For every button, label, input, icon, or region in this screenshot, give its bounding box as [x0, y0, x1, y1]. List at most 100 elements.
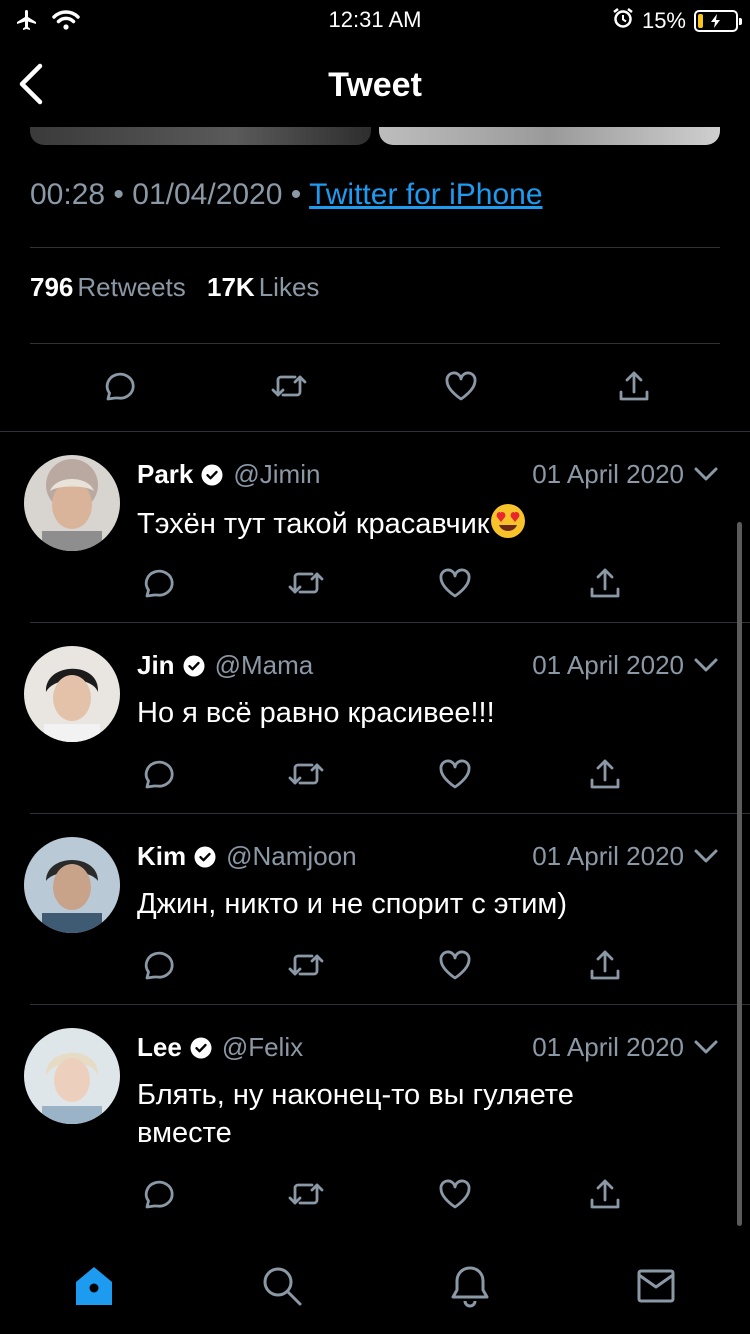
battery-percent: 15% [641, 8, 686, 33]
retweet-icon [288, 1183, 324, 1205]
reply-text-content: Тэхён тут такой красавчик [137, 508, 490, 540]
heart-icon [439, 568, 471, 598]
reply-item[interactable]: Park @Jimin 01 April 2020 Тэхён тут тако… [0, 455, 750, 615]
share-button[interactable] [616, 368, 652, 404]
author-name: Lee [137, 1032, 182, 1062]
separator: • [113, 178, 124, 211]
reply-date: 01 April 2020 [532, 841, 684, 871]
tweet-time: 00:28 [30, 178, 106, 211]
divider [0, 431, 750, 432]
reply-author: Jin @Mama [137, 650, 313, 681]
avatar[interactable] [24, 455, 120, 551]
retweets-count: 796 [30, 272, 74, 302]
author-name: Park [137, 459, 194, 489]
share-icon [590, 1179, 620, 1209]
heart-eyes-emoji-icon [490, 504, 525, 538]
share-button[interactable] [587, 565, 623, 601]
retweets-stat[interactable]: 796 Retweets [30, 272, 186, 302]
tab-search[interactable] [260, 1264, 304, 1308]
chevron-down-icon[interactable] [692, 842, 720, 870]
retweet-button[interactable] [287, 1176, 325, 1212]
verified-badge-icon [183, 655, 205, 676]
retweet-icon [288, 572, 324, 594]
reply-item[interactable]: Lee @Felix 01 April 2020 Блять, ну након… [0, 1028, 750, 1228]
retweet-button[interactable] [287, 565, 325, 601]
verified-badge-icon [190, 1037, 212, 1058]
tab-messages[interactable] [636, 1266, 676, 1306]
author-handle: @Jimin [233, 459, 321, 489]
retweet-icon [271, 375, 307, 397]
like-button[interactable] [437, 1176, 473, 1212]
share-button[interactable] [587, 947, 623, 983]
like-button[interactable] [437, 565, 473, 601]
reply-author: Lee @Felix [137, 1032, 303, 1063]
likes-stat[interactable]: 17K Likes [207, 272, 319, 302]
share-button[interactable] [587, 1176, 623, 1212]
tweet-image-2[interactable] [379, 127, 720, 145]
avatar[interactable] [24, 646, 120, 742]
bell-icon [451, 1266, 489, 1308]
retweets-label: Retweets [77, 272, 186, 302]
reply-text: Тэхён тут такой красавчик [137, 503, 727, 543]
comment-icon [144, 760, 174, 789]
reply-item[interactable]: Kim @Namjoon 01 April 2020 Джин, никто и… [0, 837, 750, 997]
divider [30, 1004, 750, 1005]
reply-item[interactable]: Jin @Mama 01 April 2020 Но я всё равно к… [0, 646, 750, 806]
reply-button[interactable] [139, 756, 175, 792]
divider [30, 813, 750, 814]
reply-text: Блять, ну наконец-то вы гуляете вместе [137, 1079, 574, 1149]
comment-icon [144, 1180, 174, 1209]
share-icon [590, 568, 620, 598]
author-name: Jin [137, 650, 175, 680]
mail-icon [637, 1269, 675, 1303]
author-name: Kim [137, 841, 187, 871]
verified-badge-icon [201, 464, 223, 485]
header: Tweet [0, 50, 750, 120]
like-button[interactable] [443, 368, 479, 404]
reply-author: Park @Jimin [137, 459, 320, 490]
retweet-button[interactable] [287, 756, 325, 792]
divider [30, 343, 720, 344]
share-icon [590, 759, 620, 789]
tweet-date: 01/04/2020 [132, 178, 283, 211]
retweet-button[interactable] [270, 368, 308, 404]
author-handle: @Namjoon [226, 841, 357, 871]
chevron-down-icon[interactable] [692, 1033, 720, 1061]
avatar[interactable] [24, 1028, 120, 1124]
heart-icon [439, 759, 471, 789]
share-icon [619, 371, 649, 401]
retweet-icon [288, 763, 324, 785]
likes-label: Likes [258, 272, 320, 302]
verified-badge-icon [194, 846, 216, 867]
reply-author: Kim @Namjoon [137, 841, 357, 872]
share-icon [590, 950, 620, 980]
like-button[interactable] [437, 947, 473, 983]
comment-icon [105, 372, 135, 401]
divider [30, 622, 750, 623]
tweet-source-link[interactable]: Twitter for iPhone [309, 178, 542, 211]
battery-fill [698, 14, 703, 28]
page-title: Tweet [328, 66, 422, 104]
like-button[interactable] [437, 756, 473, 792]
heart-icon [445, 371, 477, 401]
heart-icon [439, 950, 471, 980]
scrollbar[interactable] [737, 522, 742, 1226]
author-handle: @Felix [221, 1032, 304, 1062]
chevron-down-icon[interactable] [692, 651, 720, 679]
tab-home[interactable] [72, 1264, 116, 1308]
retweet-button[interactable] [287, 947, 325, 983]
share-button[interactable] [587, 756, 623, 792]
tweet-image-1[interactable] [30, 127, 371, 145]
tab-notifications[interactable] [448, 1264, 492, 1308]
reply-button[interactable] [139, 1176, 175, 1212]
reply-button[interactable] [139, 947, 175, 983]
avatar[interactable] [24, 837, 120, 933]
reply-button[interactable] [100, 368, 136, 404]
chevron-down-icon[interactable] [692, 460, 720, 488]
tweet-stats: 796 Retweets 17K Likes [30, 272, 319, 303]
retweet-icon [288, 954, 324, 976]
tweet-actions [0, 366, 750, 410]
reply-date: 01 April 2020 [532, 650, 684, 680]
search-icon [263, 1267, 302, 1306]
reply-button[interactable] [139, 565, 175, 601]
